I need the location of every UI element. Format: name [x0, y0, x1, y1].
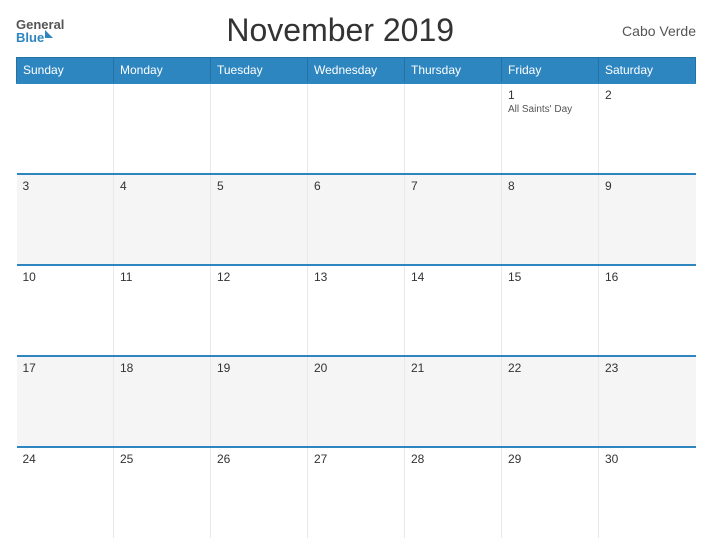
logo-triangle-icon [45, 30, 53, 38]
day-number: 13 [314, 270, 398, 284]
day-number: 28 [411, 452, 495, 466]
day-number: 29 [508, 452, 592, 466]
calendar-week-row: 24 25 26 27 28 29 30 [17, 447, 696, 538]
calendar-table: SundayMondayTuesdayWednesdayThursdayFrid… [16, 57, 696, 538]
weekday-header-friday: Friday [502, 58, 599, 84]
holiday-label: All Saints' Day [508, 104, 592, 115]
calendar-cell: 8 [502, 174, 599, 265]
calendar-cell: 2 [599, 83, 696, 174]
day-number: 6 [314, 179, 398, 193]
day-number: 26 [217, 452, 301, 466]
calendar-cell: 25 [114, 447, 211, 538]
day-number: 22 [508, 361, 592, 375]
calendar-cell: 23 [599, 356, 696, 447]
day-number: 27 [314, 452, 398, 466]
day-number: 25 [120, 452, 204, 466]
calendar-cell: 12 [211, 265, 308, 356]
calendar-cell: 13 [308, 265, 405, 356]
logo-blue-text: Blue [16, 31, 44, 44]
calendar-cell: 11 [114, 265, 211, 356]
day-number: 12 [217, 270, 301, 284]
day-number: 21 [411, 361, 495, 375]
calendar-cell [211, 83, 308, 174]
calendar-cell: 4 [114, 174, 211, 265]
calendar-cell: 28 [405, 447, 502, 538]
day-number: 14 [411, 270, 495, 284]
day-number: 11 [120, 270, 204, 284]
day-number: 2 [605, 88, 690, 102]
calendar-cell: 10 [17, 265, 114, 356]
weekday-header-sunday: Sunday [17, 58, 114, 84]
calendar-cell: 30 [599, 447, 696, 538]
country-label: Cabo Verde [616, 23, 696, 39]
calendar-cell: 3 [17, 174, 114, 265]
day-number: 10 [23, 270, 108, 284]
calendar-cell [308, 83, 405, 174]
calendar-cell: 6 [308, 174, 405, 265]
weekday-header-monday: Monday [114, 58, 211, 84]
calendar-cell: 26 [211, 447, 308, 538]
calendar-cell: 17 [17, 356, 114, 447]
calendar-cell: 22 [502, 356, 599, 447]
calendar-cell: 27 [308, 447, 405, 538]
calendar-cell: 19 [211, 356, 308, 447]
calendar-week-row: 3456789 [17, 174, 696, 265]
calendar-week-row: 17 18 19 20 21 22 23 [17, 356, 696, 447]
calendar-cell: 5 [211, 174, 308, 265]
calendar-cell: 9 [599, 174, 696, 265]
calendar-cell [17, 83, 114, 174]
calendar-title: November 2019 [64, 12, 616, 49]
day-number: 20 [314, 361, 398, 375]
calendar-cell: 1 All Saints' Day [502, 83, 599, 174]
day-number: 7 [411, 179, 495, 193]
calendar-cell: 24 [17, 447, 114, 538]
weekday-header-saturday: Saturday [599, 58, 696, 84]
day-number: 9 [605, 179, 690, 193]
calendar-cell: 29 [502, 447, 599, 538]
calendar-cell: 16 [599, 265, 696, 356]
logo-general-text: General [16, 18, 64, 31]
day-number: 3 [23, 179, 108, 193]
day-number: 24 [23, 452, 108, 466]
day-number: 4 [120, 179, 204, 193]
day-number: 8 [508, 179, 592, 193]
calendar-cell [405, 83, 502, 174]
calendar-cell: 18 [114, 356, 211, 447]
day-number: 19 [217, 361, 301, 375]
day-number: 23 [605, 361, 690, 375]
weekday-header-tuesday: Tuesday [211, 58, 308, 84]
calendar-week-row: 10 11 12 13 14 15 16 [17, 265, 696, 356]
calendar-cell [114, 83, 211, 174]
day-number: 16 [605, 270, 690, 284]
day-number: 5 [217, 179, 301, 193]
day-number: 15 [508, 270, 592, 284]
calendar-week-row: 1 All Saints' Day 2 [17, 83, 696, 174]
day-number: 1 [508, 88, 592, 102]
day-number: 18 [120, 361, 204, 375]
weekday-header-wednesday: Wednesday [308, 58, 405, 84]
weekday-header-row: SundayMondayTuesdayWednesdayThursdayFrid… [17, 58, 696, 84]
calendar-cell: 20 [308, 356, 405, 447]
day-number: 17 [23, 361, 108, 375]
day-number: 30 [605, 452, 690, 466]
calendar-cell: 21 [405, 356, 502, 447]
weekday-header-thursday: Thursday [405, 58, 502, 84]
calendar-cell: 14 [405, 265, 502, 356]
page-header: General Blue November 2019 Cabo Verde [16, 12, 696, 49]
calendar-cell: 15 [502, 265, 599, 356]
calendar-cell: 7 [405, 174, 502, 265]
logo: General Blue [16, 18, 64, 44]
